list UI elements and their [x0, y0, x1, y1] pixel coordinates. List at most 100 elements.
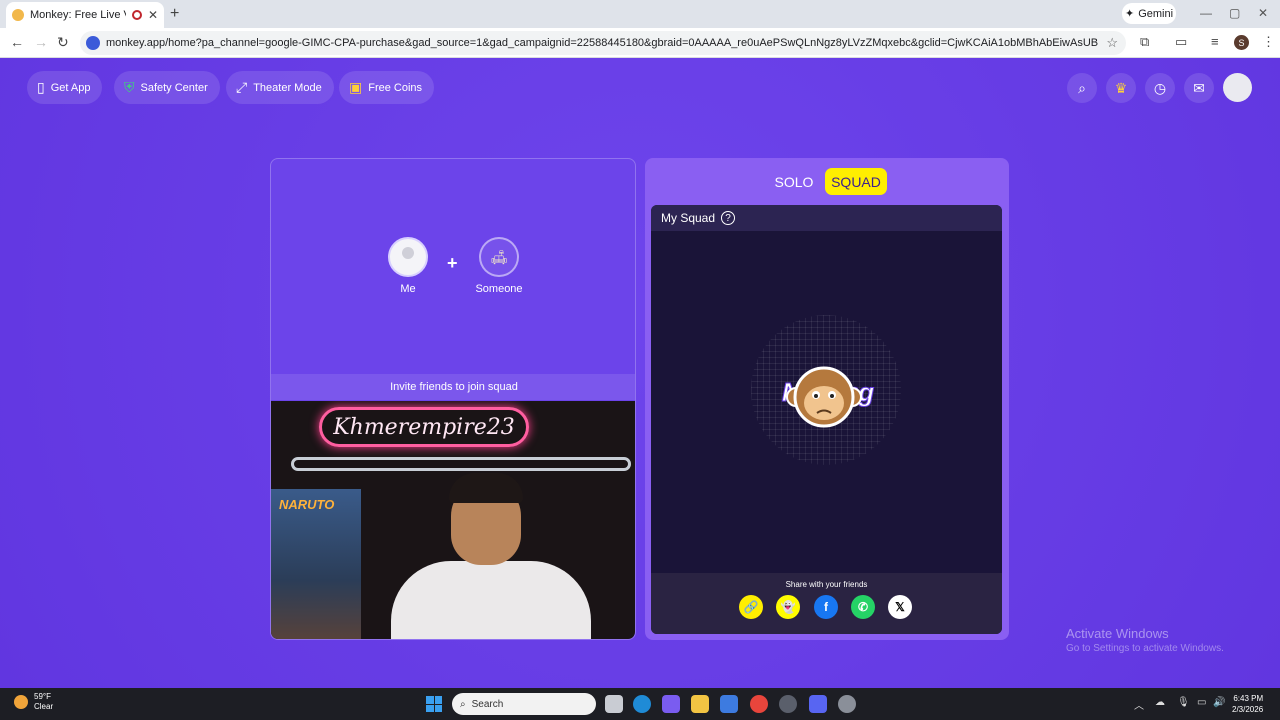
browser-menu-icon[interactable]: ⋮	[1262, 34, 1275, 50]
cast-icon[interactable]: ▭	[1175, 34, 1187, 50]
url-text[interactable]: monkey.app/home?pa_channel=google-GIMC-C…	[106, 37, 1098, 49]
safety-center-label: Safety Center	[140, 81, 208, 94]
network-icon[interactable]: ▭	[1197, 697, 1206, 708]
edge-icon[interactable]	[633, 695, 651, 713]
tab-solo[interactable]: SOLO	[763, 168, 825, 195]
someone-label: Someone	[475, 283, 523, 295]
task-view-icon[interactable]	[605, 695, 623, 713]
me-label: Me	[400, 283, 416, 295]
tab-squad[interactable]: SQUAD	[825, 168, 887, 195]
monkey-page: ▯ Get App ⛨ Safety Center ⤢ Theater Mode…	[0, 58, 1280, 688]
history-icon[interactable]: ◷	[1145, 73, 1175, 103]
person-body	[391, 561, 591, 639]
recording-icon	[131, 10, 142, 20]
tray-overflow-icon[interactable]: ︿	[1134, 697, 1144, 712]
obs-icon[interactable]	[779, 695, 797, 713]
discord-icon[interactable]	[809, 695, 827, 713]
squad-panel: SOLO SQUAD My Squad ? Nothing	[645, 158, 1009, 640]
invite-friends-bar[interactable]: Invite friends to join squad	[271, 374, 635, 400]
windows-taskbar: 59°F Clear ⌕ Search ︿ ☁ 🎙 ▭ 🔊 6:43 PM 2/…	[0, 688, 1280, 720]
settings-gear-icon[interactable]	[838, 695, 856, 713]
back-icon[interactable]: ←	[10, 34, 24, 50]
minimize-icon[interactable]: —	[1200, 6, 1212, 20]
free-coins-label: Free Coins	[368, 81, 423, 94]
phone-icon: ▯	[37, 79, 45, 95]
monkey-favicon-icon	[12, 9, 24, 21]
media-control-icon[interactable]: ≡	[1211, 34, 1219, 49]
extensions-icon[interactable]: ⧉	[1140, 34, 1149, 50]
chat-icon[interactable]: ✉	[1184, 73, 1214, 103]
sad-monkey-icon	[786, 366, 862, 428]
m365-icon[interactable]	[662, 695, 680, 713]
weather-temp: 59°F	[34, 692, 51, 701]
help-icon[interactable]: ?	[721, 211, 736, 225]
windows-start-icon[interactable]	[426, 696, 442, 712]
weather-sun-icon	[14, 695, 28, 709]
clock-date: 2/3/2026	[1232, 705, 1264, 714]
taskbar-search-icon: ⌕	[460, 698, 466, 710]
new-tab-button[interactable]: +	[170, 5, 179, 23]
person-hair	[449, 473, 523, 503]
browser-tab-bar: Monkey: Free Live Video Ch ✕ + ✦ Gemini …	[0, 0, 1280, 28]
x-icon[interactable]: 𝕏	[888, 595, 912, 619]
facebook-icon[interactable]: f	[814, 595, 838, 619]
someone-sofa-icon[interactable]: 🛋	[479, 237, 519, 277]
activate-windows-title: Activate Windows	[1066, 626, 1169, 641]
neon-light-strip	[291, 457, 631, 471]
theater-mode-button[interactable]: ⤢ Theater Mode	[226, 71, 334, 104]
copy-link-icon[interactable]: 🔗	[739, 595, 763, 619]
poster-title: NARUTO	[279, 497, 335, 512]
taskbar-search[interactable]: ⌕ Search	[452, 693, 596, 715]
chrome-icon[interactable]	[750, 695, 768, 713]
share-bar: Share with your friends 🔗 👻 f ✆ 𝕏	[651, 573, 1002, 634]
forward-icon[interactable]: →	[34, 34, 48, 50]
address-bar[interactable]: monkey.app/home?pa_channel=google-GIMC-C…	[80, 31, 1126, 55]
window-close-icon[interactable]: ✕	[1258, 6, 1268, 20]
file-explorer-icon[interactable]	[691, 695, 709, 713]
expand-icon: ⤢	[236, 79, 248, 95]
microphone-icon[interactable]: 🎙	[1177, 697, 1190, 708]
crown-icon[interactable]: ♛	[1106, 73, 1136, 103]
free-coins-button[interactable]: ▣ Free Coins	[339, 71, 435, 104]
gemini-button[interactable]: ✦ Gemini	[1122, 3, 1176, 24]
profile-avatar[interactable]: S	[1234, 35, 1249, 50]
share-label: Share with your friends	[785, 580, 868, 589]
my-squad-title: My Squad	[661, 211, 716, 225]
user-avatar[interactable]	[1223, 73, 1252, 102]
browser-toolbar: ← → ↻ monkey.app/home?pa_channel=google-…	[0, 28, 1280, 58]
bookmark-star-icon[interactable]: ☆	[1106, 35, 1118, 51]
whatsapp-icon[interactable]: ✆	[851, 595, 875, 619]
weather-condition: Clear	[34, 702, 54, 711]
plus-icon: +	[447, 253, 458, 273]
tab-title: Monkey: Free Live Video Ch	[30, 9, 126, 21]
restore-icon[interactable]: ▢	[1229, 6, 1240, 20]
onedrive-icon[interactable]: ☁	[1155, 697, 1165, 708]
coins-icon: ▣	[349, 79, 363, 95]
taskbar-search-label: Search	[471, 698, 504, 710]
neon-sign: Khmerempire23	[319, 407, 529, 447]
get-app-button[interactable]: ▯ Get App	[27, 71, 103, 104]
sparkle-icon: ✦	[1124, 8, 1135, 20]
my-squad-box: My Squad ? Nothing Share with your frien…	[651, 205, 1002, 634]
volume-icon[interactable]: 🔊	[1213, 697, 1225, 708]
tab-close-icon[interactable]: ✕	[148, 8, 158, 22]
store-icon[interactable]	[720, 695, 738, 713]
gemini-label: Gemini	[1138, 7, 1174, 20]
me-avatar	[388, 237, 428, 277]
weather-widget[interactable]: 59°F Clear	[14, 692, 53, 712]
get-app-label: Get App	[50, 81, 91, 94]
browser-tab[interactable]: Monkey: Free Live Video Ch ✕	[6, 2, 164, 28]
reload-icon[interactable]: ↻	[57, 34, 69, 51]
theater-mode-label: Theater Mode	[253, 81, 322, 94]
clock-time: 6:43 PM	[1233, 694, 1264, 703]
snapchat-icon[interactable]: 👻	[776, 595, 800, 619]
system-clock[interactable]: 6:43 PM 2/3/2026	[1232, 693, 1263, 715]
squad-members-panel: Me + 🛋 Someone Invite friends to join sq…	[270, 158, 636, 640]
activate-windows-hint: Go to Settings to activate Windows.	[1066, 643, 1224, 654]
mode-switch: SOLO SQUAD	[763, 168, 891, 195]
safety-center-button[interactable]: ⛨ Safety Center	[114, 71, 220, 104]
my-squad-header: My Squad ?	[651, 205, 1002, 231]
site-camera-icon	[86, 36, 100, 50]
shield-icon: ⛨	[124, 79, 135, 95]
search-icon[interactable]: ⌕	[1067, 73, 1097, 103]
